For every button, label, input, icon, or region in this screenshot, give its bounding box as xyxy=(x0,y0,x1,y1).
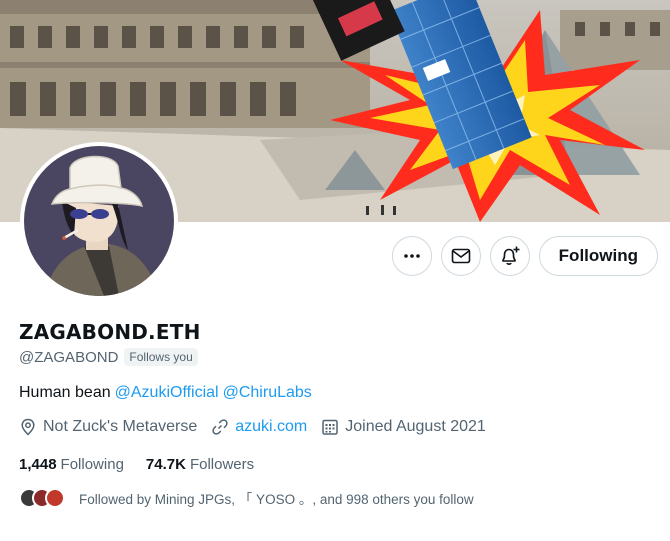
following-button[interactable]: Following xyxy=(538,236,658,276)
handle-row: @ZAGABOND Follows you xyxy=(19,348,198,366)
envelope-icon xyxy=(451,248,470,264)
location-pin-icon xyxy=(21,418,35,436)
joined-text: Joined August 2021 xyxy=(345,418,486,435)
display-name: ZAGABOND.ETH xyxy=(19,320,201,344)
followers-count-link[interactable]: 74.7K Followers xyxy=(146,456,254,473)
website-link[interactable]: azuki.com xyxy=(235,418,307,436)
calendar-icon xyxy=(322,419,338,435)
following-label: Following xyxy=(60,456,124,473)
more-icon xyxy=(403,254,420,258)
followed-by-avatars xyxy=(19,488,65,508)
bio-text: Human bean xyxy=(19,384,111,401)
follow-counts: 1,448 Following 74.7K Followers xyxy=(19,456,276,473)
location-text: Not Zuck's Metaverse xyxy=(43,418,198,435)
bio-mention-chirulabs[interactable]: @ChiruLabs xyxy=(223,384,312,401)
mutual-avatar xyxy=(45,488,65,508)
profile-actions: Following xyxy=(391,236,658,276)
following-count-link[interactable]: 1,448 Following xyxy=(19,456,124,473)
followed-by-row[interactable]: Followed by Mining JPGs, 「 YOSO 。, and 9… xyxy=(19,488,474,508)
follows-you-badge: Follows you xyxy=(124,348,198,366)
more-button[interactable] xyxy=(391,236,432,276)
followed-by-text: Followed by Mining JPGs, 「 YOSO 。, and 9… xyxy=(79,492,474,507)
followers-count: 74.7K xyxy=(145,456,186,473)
message-button[interactable] xyxy=(440,236,481,276)
user-handle: @ZAGABOND xyxy=(19,348,119,366)
location-item: Not Zuck's Metaverse xyxy=(19,418,197,436)
avatar-image xyxy=(24,146,174,296)
profile-avatar[interactable] xyxy=(20,142,178,300)
profile-bio: Human bean @AzukiOfficial @ChiruLabs xyxy=(19,384,312,402)
joined-item: Joined August 2021 xyxy=(321,418,486,436)
following-count: 1,448 xyxy=(19,456,57,473)
bell-plus-icon xyxy=(501,246,520,265)
link-icon xyxy=(212,419,228,435)
notifications-button[interactable] xyxy=(489,236,530,276)
profile-meta: Not Zuck's Metaverse azuki.com Joined Au… xyxy=(19,418,500,436)
bio-mention-azuki[interactable]: @AzukiOfficial xyxy=(115,384,219,401)
website-item: azuki.com xyxy=(211,418,307,436)
followers-label: Followers xyxy=(189,456,255,473)
